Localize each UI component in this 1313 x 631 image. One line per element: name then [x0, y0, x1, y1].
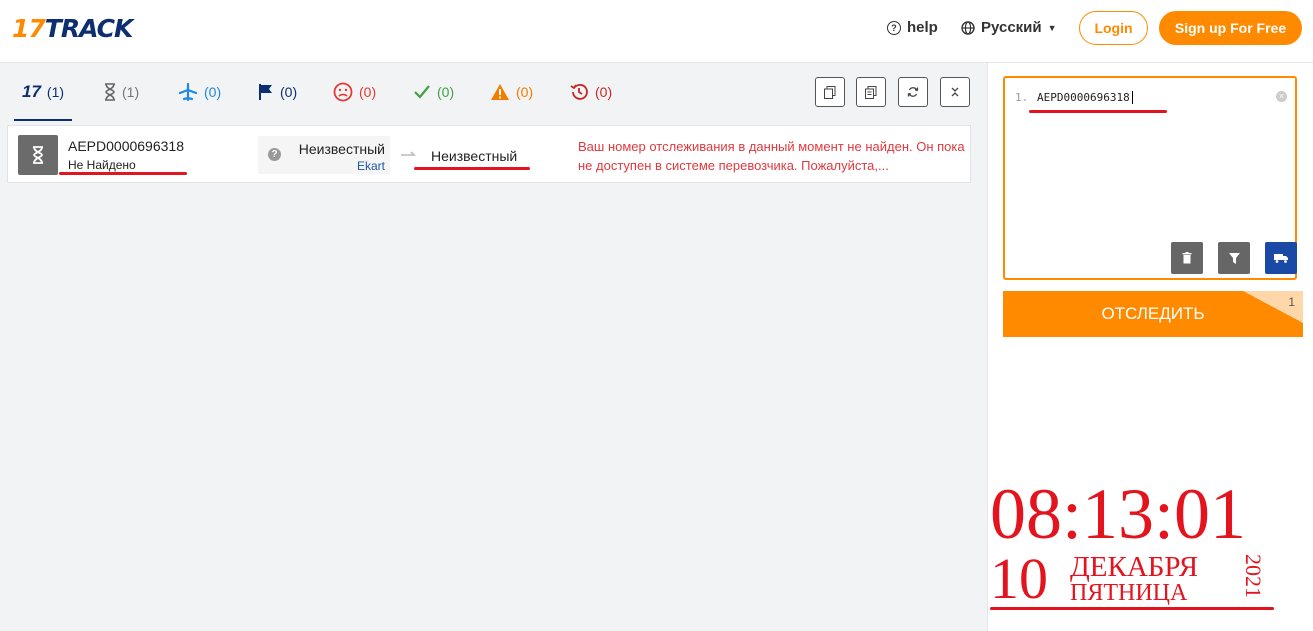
- globe-icon: [961, 20, 975, 35]
- sad-face-icon: [333, 82, 353, 102]
- arrow-right-icon: [400, 148, 418, 160]
- copy-list-icon: [865, 85, 877, 99]
- tracking-input[interactable]: 1. AEPD0000696318 ×: [1003, 76, 1297, 280]
- tracking-input-value[interactable]: AEPD0000696318: [1037, 91, 1133, 104]
- filter-button[interactable]: [1218, 242, 1250, 274]
- help-icon: ?: [887, 20, 901, 35]
- tracking-status: Не Найдено: [68, 158, 136, 172]
- language-selector[interactable]: Русский ▼: [961, 19, 1057, 36]
- logo-17-icon: 17: [22, 82, 41, 101]
- tab-expired[interactable]: (0): [569, 81, 612, 103]
- status-message: Ваш номер отслеживания в данный момент н…: [578, 139, 965, 173]
- clock-year: 2021: [1241, 554, 1266, 598]
- check-icon: [414, 85, 430, 99]
- tab-all[interactable]: 17 (1): [22, 81, 64, 103]
- delete-button[interactable]: [1171, 242, 1203, 274]
- filter-icon: [1228, 252, 1240, 264]
- results-panel: 17 (1) (1) (0) (0) (0) (0) (0) (0) AEPD0…: [0, 63, 986, 631]
- clock-time: 08:13:01: [990, 474, 1247, 554]
- clock-month: ДЕКАБРЯ: [1070, 551, 1199, 583]
- track-button[interactable]: ОТСЛЕДИТЬ 1: [1003, 291, 1303, 337]
- collapse-button[interactable]: [940, 77, 970, 107]
- copy-icon: [824, 85, 836, 99]
- history-icon: [570, 84, 588, 100]
- annotation-underline: [59, 172, 187, 175]
- annotation-underline: [1029, 110, 1167, 113]
- question-icon: ?: [268, 148, 281, 161]
- copy-button[interactable]: [815, 77, 845, 107]
- login-button[interactable]: Login: [1079, 11, 1148, 45]
- annotation-underline: [990, 607, 1274, 610]
- hourglass-icon: [105, 83, 115, 101]
- truck-icon: [1273, 254, 1288, 263]
- flag-icon: [259, 84, 272, 100]
- status-tabs: 17 (1) (1) (0) (0) (0) (0) (0) (0): [0, 63, 986, 121]
- tab-not-found[interactable]: (1): [104, 81, 139, 103]
- origin-carrier[interactable]: ? Неизвестный Ekart: [258, 136, 390, 174]
- trash-icon: [1182, 252, 1192, 264]
- warning-icon: [491, 84, 509, 100]
- hourglass-icon: [18, 135, 58, 175]
- refresh-button[interactable]: [898, 77, 928, 107]
- line-number: 1.: [1015, 91, 1029, 104]
- active-tab-indicator: [14, 119, 72, 121]
- logo[interactable]: 17TRACK: [12, 14, 133, 43]
- tab-pick-up[interactable]: (0): [258, 81, 297, 103]
- annotation-underline: [414, 167, 530, 170]
- tracking-number[interactable]: AEPD0000696318: [68, 138, 184, 154]
- refresh-icon: [907, 87, 919, 97]
- collapse-icon: [951, 87, 959, 97]
- clear-icon[interactable]: ×: [1276, 91, 1287, 102]
- tab-delivered[interactable]: (0): [413, 81, 454, 103]
- carrier-select-button[interactable]: [1265, 242, 1297, 274]
- signup-button[interactable]: Sign up For Free: [1159, 11, 1302, 45]
- copy-all-button[interactable]: [856, 77, 886, 107]
- caret-down-icon: ▼: [1047, 22, 1057, 33]
- origin-country: Неизвестный: [298, 141, 385, 157]
- clock-day: 10: [990, 546, 1048, 611]
- tracking-count: 1: [1288, 295, 1295, 309]
- top-header: 17TRACK ? help Русский ▼ Login Sign up F…: [0, 0, 1313, 63]
- tab-in-transit[interactable]: (0): [178, 81, 221, 103]
- clock-weekday: ПЯТНИЦА: [1070, 580, 1188, 606]
- tab-undelivered[interactable]: (0): [333, 81, 376, 103]
- destination-country: Неизвестный: [431, 148, 518, 164]
- help-link[interactable]: ? help: [887, 19, 938, 36]
- tab-alert[interactable]: (0): [490, 81, 533, 103]
- carrier-name[interactable]: Ekart: [357, 159, 385, 173]
- airplane-icon: [178, 83, 198, 101]
